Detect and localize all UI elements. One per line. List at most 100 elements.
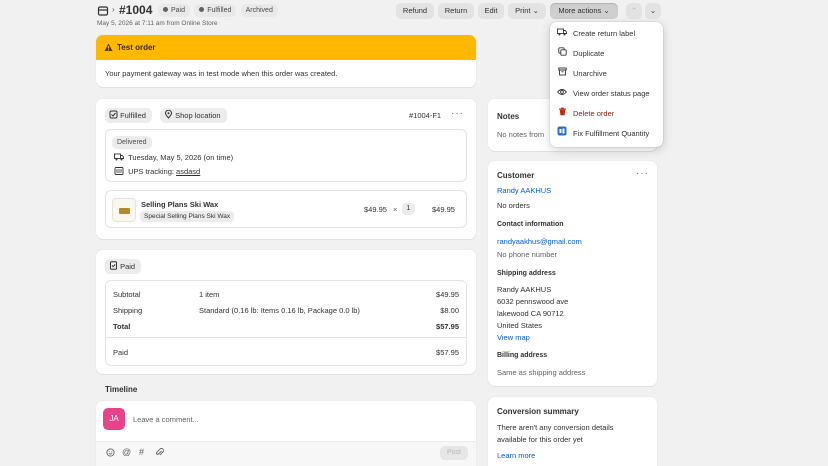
customer-email-link[interactable]: randyaakhus@gmail.com: [497, 237, 582, 246]
more-options-icon[interactable]: ···: [451, 108, 464, 119]
payment-summary-box: Subtotal 1 item $49.95 Shipping Standard…: [105, 280, 467, 366]
total-label: Total: [113, 322, 131, 331]
shipping-address-line: Randy AAKHUS: [497, 285, 552, 294]
notes-title: Notes: [497, 112, 520, 121]
back-icon[interactable]: [97, 5, 109, 17]
view-map-link[interactable]: View map: [497, 333, 530, 342]
alert-icon: [104, 43, 113, 52]
customer-card: Customer ··· Randy AAKHUS No orders Cont…: [488, 161, 657, 386]
shipping-label: Shipping: [113, 306, 143, 315]
shipping-amount: $8.00: [440, 306, 459, 315]
order-subtitle: May 5, 2026 at 7:11 am from Online Store: [97, 20, 218, 27]
banner-message: Your payment gateway was in test mode wh…: [105, 69, 338, 78]
contact-title: Contact information: [497, 221, 564, 228]
subtotal-amount: $49.95: [436, 290, 459, 299]
chevron-down-icon: ⌄: [649, 6, 657, 15]
chevron-down-icon: ⌄: [603, 6, 610, 15]
line-item-box: Selling Plans Ski Wax Special Selling Pl…: [105, 190, 467, 228]
receipt-icon: [109, 260, 118, 275]
badge-paid: Paid: [158, 4, 191, 17]
test-order-banner: Test order Your payment gateway was in t…: [96, 35, 476, 87]
comment-toolbar: [96, 441, 476, 466]
menu-item-unarchive[interactable]: Unarchive: [556, 65, 607, 83]
app-icon: [556, 125, 568, 143]
dot-icon: [163, 6, 168, 12]
conversion-text: There aren't any conversion details: [497, 423, 614, 432]
notes-text: No notes from: [497, 130, 545, 139]
quantity-badge: 1: [402, 203, 415, 215]
truck-icon: [114, 153, 124, 163]
variant-badge: Special Selling Plans Ski Wax: [140, 211, 235, 222]
print-button[interactable]: Print ⌄: [508, 3, 546, 19]
fulfilled-status-badge: Fulfilled: [105, 108, 152, 123]
customer-name-link[interactable]: Randy AAKHUS: [497, 186, 551, 195]
trash-icon: [556, 105, 568, 123]
menu-item-view-order-status-page[interactable]: View order status page: [556, 85, 650, 103]
customer-orders: No orders: [497, 201, 530, 210]
paid-amount: $57.95: [436, 348, 459, 357]
subtotal-detail: 1 item: [199, 290, 220, 299]
previous-order-button[interactable]: ⌃: [626, 3, 642, 19]
more-actions-button[interactable]: More actions ⌄: [550, 3, 618, 19]
shipping-address-line: United States: [497, 321, 543, 330]
shipping-address-line: 6032 pennswood ave: [497, 297, 569, 306]
shipping-detail: Standard (0.16 lb: Items 0.16 lb, Packag…: [199, 306, 360, 315]
paid-label: Paid: [113, 348, 129, 357]
shipping-address-title: Shipping address: [497, 270, 556, 277]
billing-address-title: Billing address: [497, 352, 548, 359]
refund-button[interactable]: Refund: [396, 3, 434, 19]
dot-icon: [199, 6, 205, 12]
badge-archived: Archived: [240, 4, 278, 17]
chevron-down-icon: ⌄: [532, 6, 539, 15]
status-badges: Paid Fulfilled Archived: [158, 4, 280, 17]
shipping-address-line: lakewood CA 90712: [497, 309, 564, 318]
fulfillment-card: Fulfilled Shop location #1004-F1 ··· Del…: [96, 99, 476, 239]
banner-title: Test order: [117, 43, 156, 52]
eye-icon: [556, 85, 568, 103]
customer-phone: No phone number: [497, 250, 558, 259]
menu-item-fix-fulfillment-quantity[interactable]: Fix Fulfillment Quantity: [556, 125, 649, 143]
fulfillment-id: #1004-F1: [409, 111, 442, 120]
timeline-title: Timeline: [105, 385, 138, 394]
menu-item-create-return-label[interactable]: Create return label: [556, 25, 635, 43]
location-badge: Shop location: [160, 108, 227, 123]
billing-address-text: Same as shipping address: [497, 368, 586, 377]
product-name[interactable]: Selling Plans Ski Wax: [141, 200, 218, 209]
duplicate-icon: [556, 45, 568, 63]
avatar: JA: [103, 408, 125, 430]
product-thumbnail: [112, 198, 136, 222]
comment-input[interactable]: Leave a comment...: [133, 415, 463, 424]
badge-fulfilled: Fulfilled: [194, 4, 237, 17]
tracking-row: UPS tracking: asdasd: [114, 167, 200, 177]
chevron-up-icon: ⌃: [630, 6, 638, 15]
location-pin-icon: [164, 109, 173, 124]
customer-title: Customer: [497, 171, 535, 180]
subtotal-label: Subtotal: [113, 290, 141, 299]
page-title: #1004: [119, 3, 153, 17]
emoji-icon[interactable]: [106, 448, 115, 459]
payment-card: Paid Subtotal 1 item $49.95 Shipping Sta…: [96, 250, 476, 374]
return-button[interactable]: Return: [438, 3, 474, 19]
tracking-link[interactable]: asdasd: [176, 167, 200, 176]
paid-status-badge: Paid: [105, 259, 142, 275]
breadcrumb-separator: ›: [112, 5, 115, 14]
edit-button[interactable]: Edit: [478, 3, 504, 19]
conversion-card: Conversion summary There aren't any conv…: [488, 397, 657, 466]
customer-options-icon[interactable]: ···: [636, 168, 649, 179]
menu-item-delete-order[interactable]: Delete order: [556, 105, 614, 123]
delivery-date-row: Tuesday, May 5, 2026 (on time): [114, 153, 233, 163]
delivered-badge: Delivered: [112, 136, 152, 149]
learn-more-link[interactable]: Learn more: [497, 451, 535, 460]
menu-item-duplicate[interactable]: Duplicate: [556, 45, 604, 63]
unit-price: $49.95: [364, 205, 387, 214]
next-order-button[interactable]: ⌄: [645, 3, 661, 19]
total-amount: $57.95: [436, 322, 459, 331]
mention-icon[interactable]: @: [122, 447, 131, 457]
delivery-box: Delivered Tuesday, May 5, 2026 (on time)…: [105, 129, 467, 182]
conversion-text: available for this order yet: [497, 435, 583, 444]
conversion-title: Conversion summary: [497, 407, 579, 416]
attachment-icon[interactable]: [155, 448, 164, 459]
hashtag-icon[interactable]: #: [139, 447, 144, 457]
post-button[interactable]: Post: [440, 446, 468, 460]
times-sign: ×: [393, 205, 398, 214]
